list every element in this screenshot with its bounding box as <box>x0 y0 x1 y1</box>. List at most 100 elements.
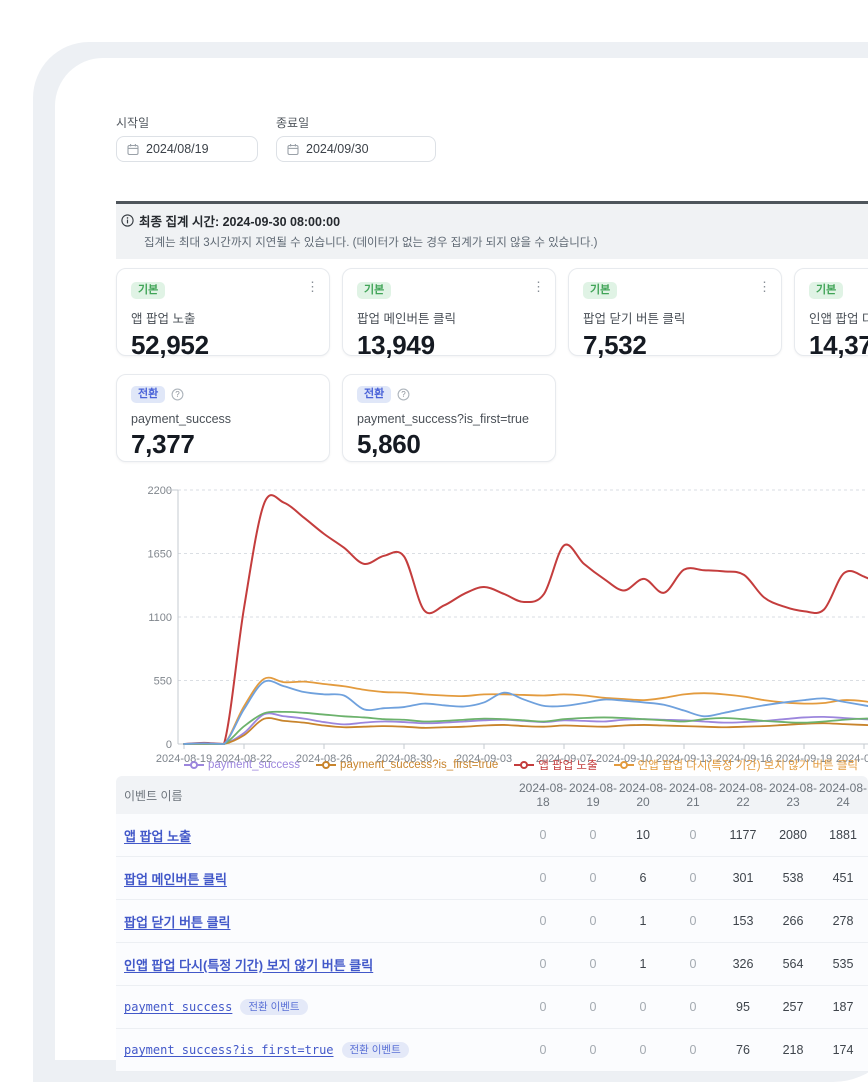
event-link[interactable]: payment_success <box>124 1000 232 1014</box>
column-header: 2024-08-24 <box>818 781 868 809</box>
chart-line <box>184 718 868 744</box>
event-name-cell: 팝업 메인버튼 클릭 <box>116 869 518 888</box>
card-type-badge: 전환 <box>131 386 165 403</box>
svg-text:?: ? <box>176 390 181 399</box>
card-value: 13,949 <box>357 330 541 361</box>
card-title: 팝업 닫기 버튼 클릭 <box>583 308 767 327</box>
table-cell: 174 <box>818 1043 868 1057</box>
table-cell: 1 <box>618 957 668 971</box>
y-axis-tick-label: 550 <box>154 676 172 688</box>
table-cell: 257 <box>768 1000 818 1014</box>
event-link[interactable]: 팝업 메인버튼 클릭 <box>124 869 227 888</box>
event-link[interactable]: 팝업 닫기 버튼 클릭 <box>124 912 231 931</box>
table-cell: 0 <box>518 914 568 928</box>
legend-label: payment_success?is_first=true <box>340 759 498 771</box>
notice-banner: 최종 집계 시간: 2024-09-30 08:00:00 집계는 최대 3시간… <box>116 201 868 259</box>
table-cell: 6 <box>618 871 668 885</box>
notice-title: 최종 집계 시간: 2024-09-30 08:00:00 <box>139 211 340 230</box>
card-title: 팝업 메인버튼 클릭 <box>357 308 541 327</box>
column-header: 2024-08-22 <box>718 781 768 809</box>
end-date-label: 종료일 <box>276 114 436 131</box>
conversion-cards-row: 전환 ? payment_success 7,377 전환 ? payment_… <box>116 374 556 462</box>
column-header: 2024-08-23 <box>768 781 818 809</box>
table-cell: 0 <box>668 828 718 842</box>
notice-description: 집계는 최대 3시간까지 지연될 수 있습니다. (데이터가 없는 경우 집계가… <box>144 234 868 250</box>
card-type-badge: 기본 <box>131 282 165 299</box>
chart-svg: 05501100165022002024-08-192024-08-222024… <box>116 482 868 764</box>
table-cell: 301 <box>718 871 768 885</box>
table-cell: 0 <box>668 871 718 885</box>
dashboard-content: 시작일 2024/08/19 종료일 2024/09/30 <box>0 0 868 1046</box>
table-header: 이벤트 이름 2024-08-182024-08-192024-08-20202… <box>116 776 868 814</box>
kebab-menu-icon[interactable]: ⋮ <box>758 279 771 295</box>
chart-line <box>184 495 868 744</box>
help-circle-icon[interactable]: ? <box>397 388 410 401</box>
legend-line-marker-icon <box>514 760 534 770</box>
table-cell: 278 <box>818 914 868 928</box>
table-cell: 0 <box>518 871 568 885</box>
table-cell: 535 <box>818 957 868 971</box>
svg-text:?: ? <box>402 390 407 399</box>
table-cell: 0 <box>568 957 618 971</box>
card-title: payment_success?is_first=true <box>357 412 541 426</box>
card-title: payment_success <box>131 412 315 426</box>
legend-label: 앱 팝업 노출 <box>538 757 597 773</box>
event-name-cell: payment_success전환 이벤트 <box>116 999 518 1016</box>
table-row: 인앱 팝업 다시(특정 기간) 보지 않기 버튼 클릭0010326564535 <box>116 943 868 986</box>
kebab-menu-icon[interactable]: ⋮ <box>306 279 319 295</box>
event-link[interactable]: payment_success?is_first=true <box>124 1043 334 1057</box>
table-cell: 326 <box>718 957 768 971</box>
events-table: 이벤트 이름 2024-08-182024-08-192024-08-20202… <box>116 776 868 1072</box>
stat-card: 기본 ⋮ 앱 팝업 노출 52,952 <box>116 268 330 356</box>
column-header: 2024-08-21 <box>668 781 718 809</box>
conversion-event-badge: 전환 이벤트 <box>342 1042 409 1059</box>
info-icon <box>121 214 134 227</box>
legend-item: 앱 팝업 노출 <box>514 757 597 773</box>
column-header: 2024-08-18 <box>518 781 568 809</box>
table-cell: 451 <box>818 871 868 885</box>
start-date-input[interactable]: 2024/08/19 <box>116 136 258 162</box>
event-name-cell: 인앱 팝업 다시(특정 기간) 보지 않기 버튼 클릭 <box>116 955 518 974</box>
event-link[interactable]: 앱 팝업 노출 <box>124 826 191 845</box>
table-cell: 564 <box>768 957 818 971</box>
card-type-badge: 전환 <box>357 386 391 403</box>
card-title: 인앱 팝업 다시(특정 기간) 보지 않기 버튼 클릭 <box>809 308 868 327</box>
column-header: 2024-08-19 <box>568 781 618 809</box>
legend-item: 인앱 팝업 다시(특정 기간) 보지 않기 버튼 클릭 <box>614 757 858 773</box>
event-name-cell: payment_success?is_first=true 전환 이벤트 <box>116 1042 518 1059</box>
stat-card: 기본 ⋮ 팝업 닫기 버튼 클릭 7,532 <box>568 268 782 356</box>
table-cell: 76 <box>718 1043 768 1057</box>
table-cell: 153 <box>718 914 768 928</box>
table-cell: 0 <box>568 1043 618 1057</box>
column-header: 2024-08-20 <box>618 781 668 809</box>
table-cell: 0 <box>668 1043 718 1057</box>
y-axis-tick-label: 1650 <box>148 549 172 561</box>
table-cell: 0 <box>668 914 718 928</box>
calendar-icon <box>287 143 299 156</box>
legend-label: 인앱 팝업 다시(특정 기간) 보지 않기 버튼 클릭 <box>638 757 858 773</box>
event-name-header: 이벤트 이름 <box>116 787 518 804</box>
table-cell: 0 <box>618 1000 668 1014</box>
table-row: payment_success전환 이벤트000095257187 <box>116 986 868 1029</box>
table-cell: 0 <box>568 1000 618 1014</box>
y-axis-tick-label: 2200 <box>148 485 172 497</box>
event-link[interactable]: 인앱 팝업 다시(특정 기간) 보지 않기 버튼 클릭 <box>124 955 373 974</box>
table-cell: 0 <box>618 1043 668 1057</box>
help-circle-icon[interactable]: ? <box>171 388 184 401</box>
kebab-menu-icon[interactable]: ⋮ <box>532 279 545 295</box>
card-value: 7,532 <box>583 330 767 361</box>
start-date-value: 2024/08/19 <box>146 142 209 156</box>
card-title: 앱 팝업 노출 <box>131 308 315 327</box>
table-cell: 1881 <box>818 828 868 842</box>
stat-card: 전환 ? payment_success?is_first=true 5,860 <box>342 374 556 462</box>
card-type-badge: 기본 <box>583 282 617 299</box>
legend-item: payment_success <box>184 759 300 771</box>
table-row: 팝업 메인버튼 클릭0060301538451 <box>116 857 868 900</box>
stat-card: 기본 ⋮ 팝업 메인버튼 클릭 13,949 <box>342 268 556 356</box>
table-body: 앱 팝업 노출00100117720801881팝업 메인버튼 클릭006030… <box>116 814 868 1072</box>
stat-card: 전환 ? payment_success 7,377 <box>116 374 330 462</box>
card-value: 52,952 <box>131 330 315 361</box>
chart-legend: payment_success payment_success?is_first=… <box>116 757 868 773</box>
end-date-input[interactable]: 2024/09/30 <box>276 136 436 162</box>
table-cell: 218 <box>768 1043 818 1057</box>
